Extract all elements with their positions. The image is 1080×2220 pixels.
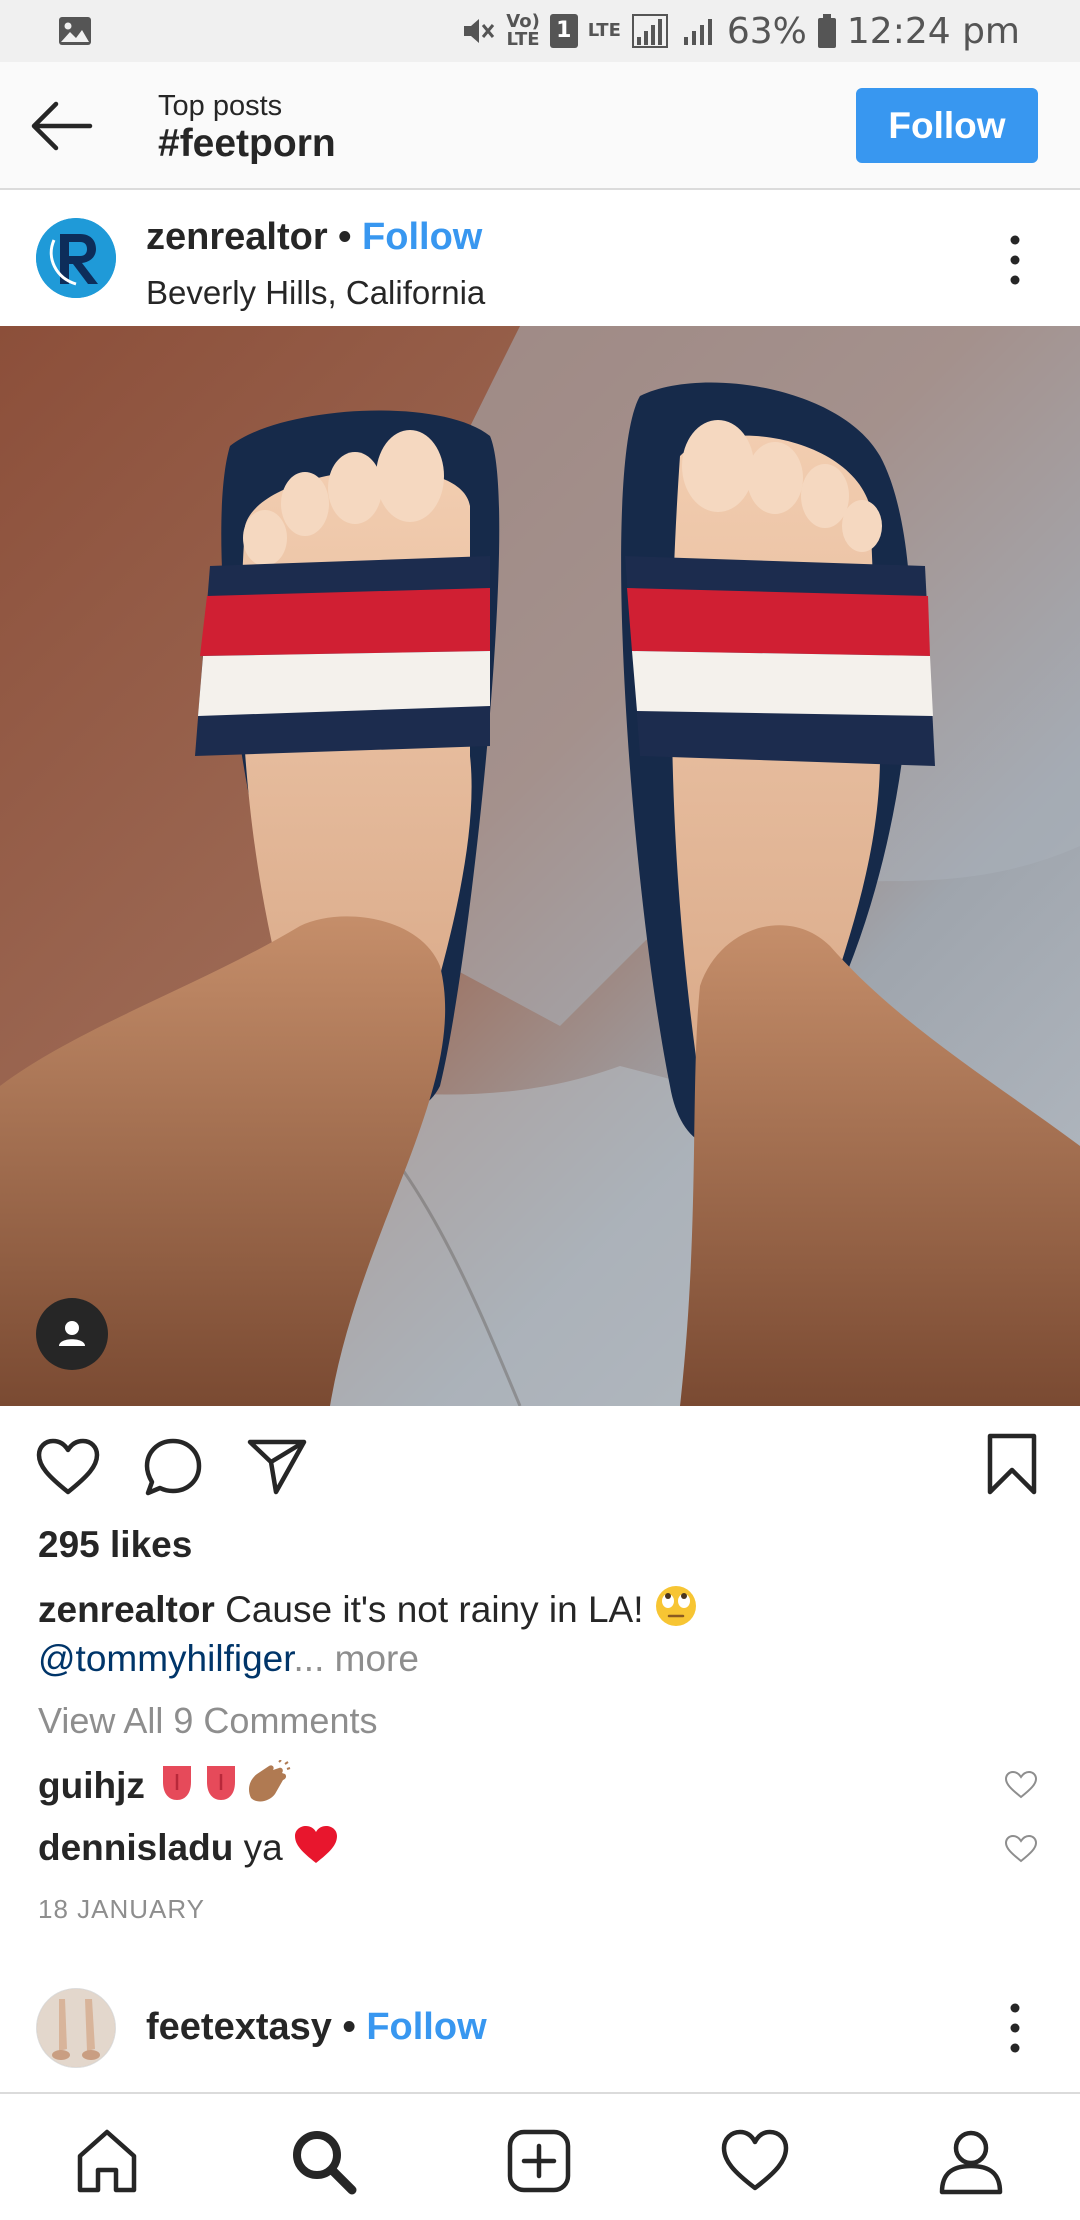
feet-thumbnail-icon (37, 1989, 115, 2067)
caption-continued: @tommyhilfiger... more (38, 1638, 419, 1680)
home-icon[interactable] (72, 2126, 142, 2196)
post-username[interactable]: zenrealtor (146, 216, 328, 258)
comment-row: dennisladu ya (38, 1824, 339, 1869)
more-options-icon[interactable] (1000, 232, 1030, 288)
post-location[interactable]: Beverly Hills, California (146, 274, 485, 312)
post-date: 18 JANUARY (38, 1894, 206, 1924)
clapping-hands-emoji-icon (249, 1760, 291, 1802)
gallery-icon (59, 17, 91, 45)
post-follow-link[interactable]: Follow (362, 216, 482, 258)
comment-text: ya (233, 1827, 293, 1868)
separator-dot: • (331, 2006, 367, 2048)
tongue-emoji-icon (163, 1766, 192, 1800)
red-heart-emoji-icon (294, 1826, 337, 1863)
comment-text (145, 1765, 155, 1806)
avatar[interactable] (36, 1988, 116, 2068)
post-username-row: zenrealtor • Follow (146, 216, 482, 259)
volte-indicator: Vo) LTE (506, 11, 540, 50)
like-heart-icon[interactable] (36, 1438, 100, 1496)
caption-more-link[interactable]: ... more (294, 1638, 419, 1679)
profile-icon[interactable] (936, 2126, 1006, 2196)
add-post-icon[interactable] (504, 2126, 574, 2196)
post-image[interactable] (0, 326, 1080, 1406)
signal-icon (631, 14, 668, 48)
search-icon[interactable] (288, 2126, 358, 2196)
top-bar: Top posts #feetporn Follow (0, 62, 1080, 190)
caption-mention[interactable]: @tommyhilfiger (38, 1638, 294, 1679)
comment-bubble-icon[interactable] (142, 1436, 204, 1498)
eye-roll-emoji-icon (655, 1586, 696, 1626)
next-post-follow-link[interactable]: Follow (366, 2006, 486, 2048)
next-post-username-row: feetextasy • Follow (146, 2006, 487, 2049)
mute-icon (464, 19, 495, 43)
comment-row: guihjz (38, 1760, 291, 1807)
photo-feet-in-slides (0, 326, 1080, 1406)
caption: zenrealtor Cause it's not rainy in LA! (38, 1584, 698, 1631)
follow-hashtag-button[interactable]: Follow (856, 88, 1038, 163)
avatar[interactable] (36, 218, 116, 298)
bottom-navigation (0, 2092, 1080, 2220)
sim-indicator: 1 (549, 14, 578, 48)
comment-like-heart-icon[interactable] (1004, 1770, 1038, 1800)
tongue-emoji-icon (207, 1766, 236, 1800)
activity-heart-icon[interactable] (720, 2126, 790, 2196)
user-tag-icon[interactable] (36, 1298, 108, 1370)
more-options-icon[interactable] (1000, 2000, 1030, 2056)
view-all-comments-link[interactable]: View All 9 Comments (38, 1700, 377, 1742)
header-subtitle: Top posts (158, 90, 283, 122)
zen-logo-icon (36, 218, 116, 298)
share-paper-plane-icon[interactable] (246, 1438, 308, 1496)
signal-icon-2 (683, 19, 712, 45)
likes-count[interactable]: 295 likes (38, 1524, 192, 1566)
caption-username[interactable]: zenrealtor (38, 1589, 215, 1630)
save-bookmark-icon[interactable] (986, 1432, 1038, 1496)
page-title: #feetporn (158, 122, 336, 165)
separator-dot: • (327, 216, 363, 258)
clock: 12:24 pm (846, 10, 1020, 52)
status-indicators: Vo) LTE 1 LTE 63% 12:24 pm (460, 8, 1020, 54)
comment-like-heart-icon[interactable] (1004, 1834, 1038, 1864)
comment-username[interactable]: dennisladu (38, 1827, 233, 1868)
status-bar: Vo) LTE 1 LTE 63% 12:24 pm (0, 0, 1080, 62)
caption-text: Cause it's not rainy in LA! (214, 1589, 654, 1630)
back-arrow-icon[interactable] (30, 98, 94, 154)
next-post-username[interactable]: feetextasy (146, 2006, 332, 2048)
battery-icon (817, 14, 836, 48)
comment-username[interactable]: guihjz (38, 1765, 145, 1806)
battery-percent: 63% (726, 10, 807, 52)
lte-indicator: LTE (587, 20, 621, 41)
